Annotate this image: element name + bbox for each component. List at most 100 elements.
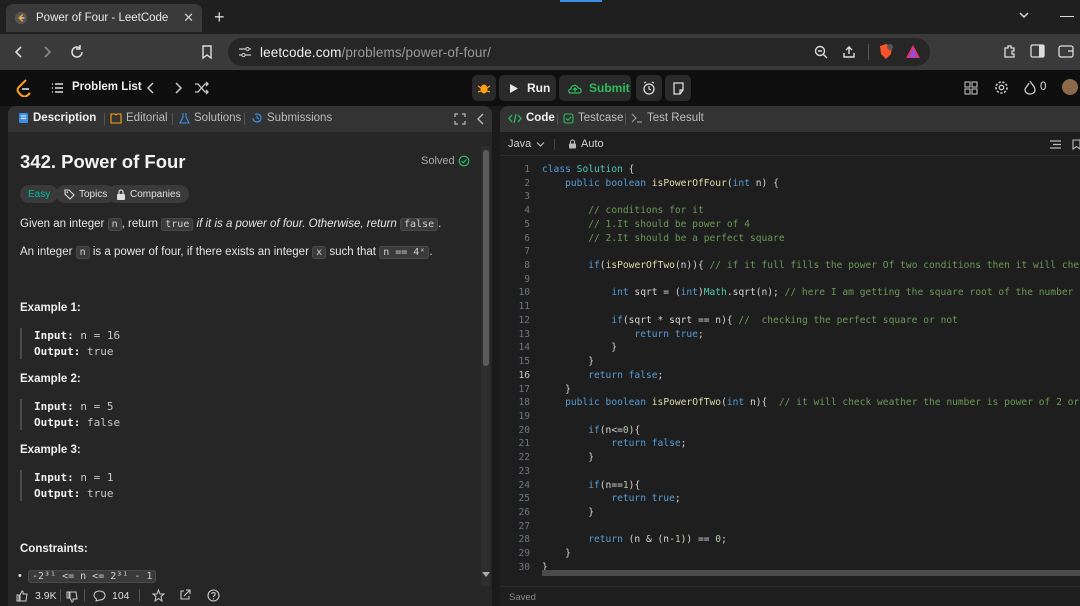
prev-problem-icon[interactable] bbox=[146, 82, 156, 94]
code-line[interactable]: 25 return true; bbox=[500, 493, 1080, 507]
tab-test-result[interactable]: Test Result bbox=[631, 112, 704, 124]
lock-icon bbox=[117, 188, 125, 200]
help-icon[interactable] bbox=[207, 589, 220, 602]
zoom-icon[interactable] bbox=[814, 45, 828, 59]
scrollbar-thumb[interactable] bbox=[483, 150, 489, 366]
code-line[interactable]: 2 public boolean isPowerOfFour(int n) { bbox=[500, 178, 1080, 192]
thumbs-up-icon[interactable] bbox=[16, 590, 28, 602]
code-line[interactable]: 10 int sqrt = (int)Math.sqrt(n); // here… bbox=[500, 287, 1080, 301]
desc-text: , return bbox=[121, 218, 162, 230]
maximize-icon[interactable] bbox=[454, 113, 466, 125]
back-icon[interactable] bbox=[12, 45, 26, 59]
debug-button[interactable] bbox=[472, 75, 496, 101]
bullet: • bbox=[18, 570, 28, 582]
brave-rewards-icon[interactable] bbox=[905, 44, 921, 59]
site-settings-icon[interactable] bbox=[238, 46, 252, 58]
problem-list-icon[interactable] bbox=[51, 82, 64, 94]
new-tab-icon[interactable]: + bbox=[214, 7, 225, 28]
submit-button[interactable]: Submit bbox=[559, 75, 631, 101]
solutions-flask-icon bbox=[179, 113, 190, 124]
horizontal-scrollbar-thumb[interactable] bbox=[542, 570, 1080, 576]
extensions-icon[interactable] bbox=[1002, 44, 1017, 59]
line-number: 14 bbox=[518, 342, 530, 354]
code-chip-equation: n == 4ˣ bbox=[379, 246, 430, 259]
fire-streak-icon[interactable] bbox=[1024, 80, 1036, 95]
forward-icon[interactable] bbox=[40, 45, 54, 59]
window-minimize-icon[interactable] bbox=[1060, 16, 1074, 17]
code-line[interactable]: 3 bbox=[500, 191, 1080, 205]
autocomplete-mode[interactable]: Auto bbox=[554, 138, 604, 150]
user-avatar[interactable] bbox=[1062, 79, 1078, 95]
code-line[interactable]: 13 return true; bbox=[500, 329, 1080, 343]
collapse-panel-icon[interactable] bbox=[476, 113, 486, 125]
share-icon[interactable] bbox=[842, 45, 856, 59]
code-line[interactable]: 19 bbox=[500, 411, 1080, 425]
next-problem-icon[interactable] bbox=[173, 82, 183, 94]
thumbs-down-icon[interactable] bbox=[66, 591, 78, 603]
settings-gear-icon[interactable] bbox=[994, 80, 1009, 95]
tab-editorial[interactable]: Editorial bbox=[110, 112, 168, 124]
tab-solutions[interactable]: Solutions bbox=[179, 112, 241, 124]
brave-shields-icon[interactable] bbox=[878, 43, 894, 61]
tab-code[interactable]: Code bbox=[508, 112, 555, 124]
code-line[interactable]: 12 if(sqrt * sqrt == n){ // checking the… bbox=[500, 315, 1080, 329]
wallet-icon[interactable] bbox=[1058, 43, 1074, 59]
scroll-down-icon[interactable] bbox=[482, 572, 490, 578]
shuffle-icon[interactable] bbox=[194, 81, 210, 95]
timer-button[interactable] bbox=[636, 75, 662, 101]
code-line[interactable]: 20 if(n<=0){ bbox=[500, 425, 1080, 439]
code-line[interactable]: 18 public boolean isPowerOfTwo(int n){ /… bbox=[500, 397, 1080, 411]
favorite-star-icon[interactable] bbox=[152, 589, 165, 602]
code-panel: Code Testcase Test Result Java Auto 1 cla… bbox=[500, 106, 1080, 606]
code-line[interactable]: 9 bbox=[500, 274, 1080, 288]
layout-icon[interactable] bbox=[964, 81, 978, 95]
tab-description[interactable]: Description bbox=[18, 112, 96, 124]
code-line[interactable]: 17 } bbox=[500, 384, 1080, 398]
code-line[interactable]: 11 bbox=[500, 301, 1080, 315]
tab-description-label: Description bbox=[33, 112, 97, 124]
code-line[interactable]: 15 } bbox=[500, 356, 1080, 370]
address-bar[interactable]: leetcode.com/problems/power-of-four/ bbox=[228, 38, 930, 66]
tab-search-chevron-icon[interactable] bbox=[1018, 10, 1030, 20]
code-line[interactable]: 14 } bbox=[500, 342, 1080, 356]
code-line[interactable]: 1 class Solution { bbox=[500, 164, 1080, 178]
browser-tab[interactable]: Power of Four - LeetCode ✕ bbox=[6, 4, 202, 32]
code-line[interactable]: 27 bbox=[500, 521, 1080, 535]
sidebar-icon[interactable] bbox=[1030, 44, 1045, 58]
line-code: } bbox=[542, 452, 594, 464]
run-button[interactable]: Run bbox=[499, 75, 556, 101]
bookmark-icon[interactable] bbox=[1072, 139, 1080, 150]
code-line[interactable]: 5 // 1.It should be power of 4 bbox=[500, 219, 1080, 233]
code-line[interactable]: 16 return false; bbox=[500, 370, 1080, 384]
code-line[interactable]: 28 return (n & (n-1)) == 0; bbox=[500, 534, 1080, 548]
leetcode-favicon-icon bbox=[14, 11, 28, 25]
format-code-icon[interactable] bbox=[1050, 140, 1061, 149]
notes-button[interactable] bbox=[665, 75, 691, 101]
tab-submissions[interactable]: Submissions bbox=[251, 112, 332, 124]
language-select[interactable]: Java bbox=[508, 138, 545, 150]
tab-close-icon[interactable]: ✕ bbox=[183, 10, 194, 26]
code-line[interactable]: 24 if(n==1){ bbox=[500, 480, 1080, 494]
line-number: 18 bbox=[518, 397, 530, 409]
companies-pill[interactable]: Companies bbox=[108, 185, 189, 203]
bookmark-icon[interactable] bbox=[200, 44, 214, 60]
code-line[interactable]: 21 return false; bbox=[500, 438, 1080, 452]
code-line[interactable]: 23 bbox=[500, 466, 1080, 480]
code-line[interactable]: 8 if(isPowerOfTwo(n)){ // if it full fil… bbox=[500, 260, 1080, 274]
problem-list-link[interactable]: Problem List bbox=[72, 81, 142, 93]
urlbar-divider bbox=[868, 44, 869, 60]
code-line[interactable]: 6 // 2.It should be a perfect square bbox=[500, 233, 1080, 247]
code-line[interactable]: 26 } bbox=[500, 507, 1080, 521]
code-line[interactable]: 7 bbox=[500, 246, 1080, 260]
code-line[interactable]: 29 } bbox=[500, 548, 1080, 562]
leetcode-logo-icon[interactable] bbox=[16, 79, 32, 97]
code-line[interactable]: 4 // conditions for it bbox=[500, 205, 1080, 219]
reload-icon[interactable] bbox=[69, 44, 85, 60]
code-line[interactable]: 22 } bbox=[500, 452, 1080, 466]
external-link-icon[interactable] bbox=[179, 589, 191, 601]
line-code: if(isPowerOfTwo(n)){ // if it full fills… bbox=[588, 260, 1080, 272]
topics-pill[interactable]: Topics bbox=[56, 185, 116, 203]
line-number: 30 bbox=[518, 561, 530, 573]
tab-testcase[interactable]: Testcase bbox=[563, 112, 623, 124]
comment-icon[interactable] bbox=[93, 590, 106, 602]
